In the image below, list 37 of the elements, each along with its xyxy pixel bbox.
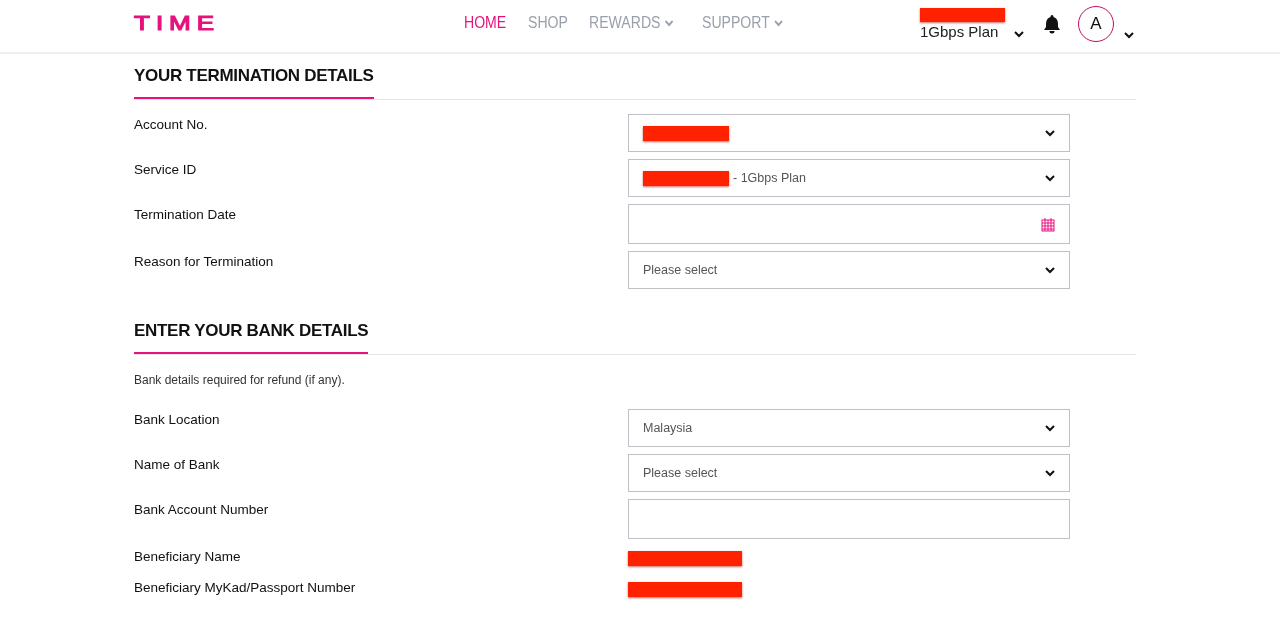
date-field[interactable] bbox=[628, 204, 1070, 244]
caret-icon bbox=[773, 19, 783, 27]
logo[interactable]: TIME bbox=[134, 11, 221, 36]
dropdown-field[interactable]: Malaysia bbox=[628, 409, 1070, 447]
field-label: Service ID bbox=[134, 161, 197, 177]
field-label: Termination Date bbox=[134, 206, 237, 222]
placeholder-text: Please select bbox=[643, 263, 718, 277]
caret-icon bbox=[665, 19, 674, 27]
field-value: Malaysia bbox=[643, 421, 693, 435]
field-label: Bank Location bbox=[134, 411, 220, 427]
placeholder-text: Please select bbox=[643, 466, 718, 480]
caret-icon bbox=[1045, 424, 1055, 432]
dropdown-field[interactable] bbox=[628, 114, 1070, 152]
field-label: Bank Account Number bbox=[134, 501, 269, 517]
dropdown-field[interactable]: - 1Gbps Plan bbox=[628, 159, 1070, 197]
plan-name[interactable]: 1Gbps Plan bbox=[920, 23, 1005, 40]
section-note: Bank details required for refund (if any). bbox=[134, 373, 346, 387]
field-label: Beneficiary MyKad/Passport Number bbox=[134, 579, 356, 595]
dropdown-field[interactable]: Please select bbox=[628, 454, 1070, 492]
field-label: Reason for Termination bbox=[134, 253, 274, 269]
caret-icon bbox=[1014, 31, 1024, 38]
field-value: - 1Gbps Plan bbox=[733, 171, 806, 185]
caret-icon bbox=[1045, 129, 1055, 137]
caret-icon bbox=[1045, 266, 1055, 274]
field-label: Beneficiary Name bbox=[134, 548, 241, 564]
caret-icon bbox=[1045, 469, 1055, 477]
bell-icon[interactable] bbox=[1042, 14, 1062, 34]
field-label: Name of Bank bbox=[134, 456, 220, 472]
nav-link[interactable]: HOME bbox=[464, 14, 507, 32]
caret-icon bbox=[1045, 174, 1055, 182]
caret-icon bbox=[1124, 32, 1134, 39]
dropdown-field[interactable]: Please select bbox=[628, 251, 1070, 289]
section-title: YOUR TERMINATION DETAILS bbox=[134, 66, 374, 99]
calendar-icon bbox=[1041, 216, 1055, 232]
section-title: ENTER YOUR BANK DETAILS bbox=[134, 321, 369, 354]
field-label: Account No. bbox=[134, 116, 208, 132]
input-field[interactable] bbox=[628, 499, 1070, 539]
